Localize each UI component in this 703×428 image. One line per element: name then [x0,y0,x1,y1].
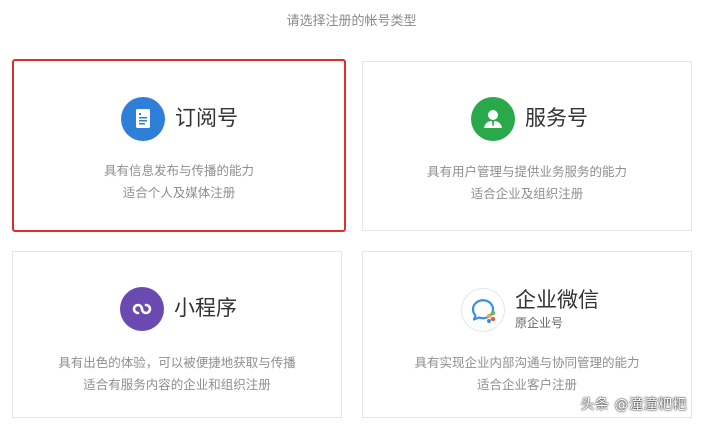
service-account-card[interactable]: 服务号 具有用户管理与提供业务服务的能力 适合企业及组织注册 [362,61,692,231]
subscription-card-description: 具有信息发布与传播的能力 适合个人及媒体注册 [14,160,344,204]
mini-program-card-header: 小程序 [120,287,237,331]
wework-card[interactable]: 企业微信 原企业号 具有实现企业内部沟通与协同管理的能力 适合企业客户注册 [362,251,692,418]
wework-desc-line-1: 具有实现企业内部沟通与协同管理的能力 [414,355,640,370]
user-icon [471,97,515,141]
mini-program-desc-line-2: 适合有服务内容的企业和组织注册 [83,377,271,392]
mini-program-icon [120,287,164,331]
service-desc-line-2: 适合企业及组织注册 [470,186,584,201]
wework-icon [461,288,505,332]
mini-program-card-description: 具有出色的体验，可以被便捷地获取与传播 适合有服务内容的企业和组织注册 [13,352,341,396]
service-card-description: 具有用户管理与提供业务服务的能力 适合企业及组织注册 [363,161,691,205]
wework-title-group: 企业微信 原企业号 [515,287,599,331]
mini-program-desc-line-1: 具有出色的体验，可以被便捷地获取与传播 [58,355,296,370]
page-heading: 请选择注册的帐号类型 [286,14,417,29]
subscription-desc-line-2: 适合个人及媒体注册 [122,185,236,200]
account-type-page: 请选择注册的帐号类型 订阅号 具有信息发布与传播的能力 适合个人及媒体注册 服务… [0,0,703,428]
wework-card-header: 企业微信 原企业号 [461,288,599,332]
service-card-title: 服务号 [525,106,588,131]
subscription-desc-line-1: 具有信息发布与传播的能力 [103,163,254,178]
service-card-header: 服务号 [471,97,588,141]
wework-card-title: 企业微信 [515,287,599,312]
mini-program-card-title: 小程序 [174,296,237,321]
mini-program-card[interactable]: 小程序 具有出色的体验，可以被便捷地获取与传播 适合有服务内容的企业和组织注册 [12,251,342,418]
subscription-card-title: 订阅号 [175,106,238,131]
service-desc-line-1: 具有用户管理与提供业务服务的能力 [426,164,627,179]
wework-card-description: 具有实现企业内部沟通与协同管理的能力 适合企业客户注册 [363,352,691,396]
toutiao-watermark: 头条 @潼潼粑粑 [580,397,687,413]
document-icon [121,97,165,141]
wework-card-subtitle: 原企业号 [515,316,564,331]
subscription-account-card[interactable]: 订阅号 具有信息发布与传播的能力 适合个人及媒体注册 [12,59,346,232]
wework-desc-line-2: 适合企业客户注册 [476,377,577,392]
subscription-card-header: 订阅号 [121,97,238,141]
